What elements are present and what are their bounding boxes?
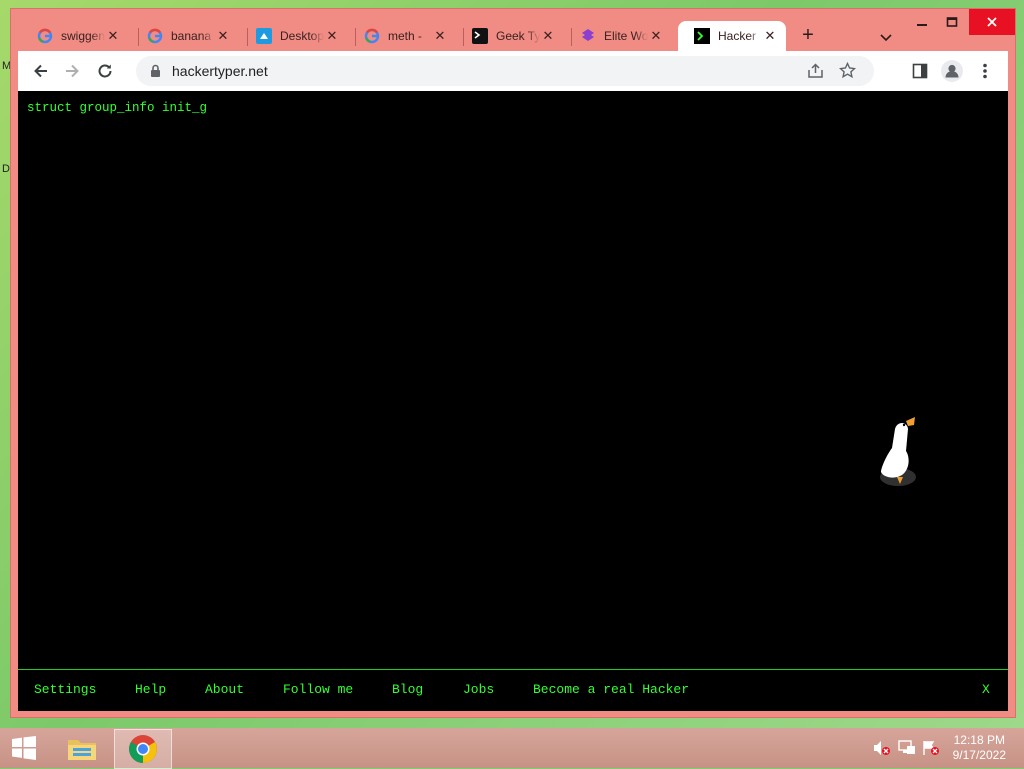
terminal-green-icon <box>694 28 710 44</box>
address-bar[interactable]: hackertyper.net <box>136 56 874 86</box>
tab-title: Desktop <box>280 29 324 43</box>
back-arrow-icon[interactable] <box>27 57 55 85</box>
google-g-icon <box>364 28 380 44</box>
tab-title: Hacker <box>718 29 757 43</box>
footer-close-button[interactable]: X <box>982 682 990 697</box>
lock-icon[interactable] <box>150 64 161 83</box>
tab-title: swiggen <box>61 29 105 43</box>
tab-close-button[interactable]: ✕ <box>432 28 448 44</box>
footer-link-help[interactable]: Help <box>135 682 166 697</box>
share-icon[interactable] <box>807 63 824 84</box>
tab-title: Geek Ty <box>496 29 540 43</box>
footer-link-become-hacker[interactable]: Become a real Hacker <box>533 682 689 697</box>
system-clock[interactable]: 12:18 PM 9/17/2022 <box>953 733 1006 763</box>
google-g-icon <box>147 28 163 44</box>
footer-link-jobs[interactable]: Jobs <box>463 682 494 697</box>
menu-kebab-icon[interactable] <box>971 57 999 85</box>
tab-close-button[interactable]: ✕ <box>324 28 340 44</box>
tab-title: Elite Wo <box>604 29 648 43</box>
footer-link-settings[interactable]: Settings <box>34 682 96 697</box>
footer-link-about[interactable]: About <box>205 682 244 697</box>
tab-close-button[interactable]: ✕ <box>215 28 231 44</box>
footer-link-follow-me[interactable]: Follow me <box>283 682 353 697</box>
side-panel-icon[interactable] <box>906 57 934 85</box>
tab-swiggen[interactable]: swiggen ✕ <box>21 21 129 51</box>
tab-title: banana <box>171 29 212 43</box>
tab-banana[interactable]: banana ✕ <box>131 21 239 51</box>
clock-date: 9/17/2022 <box>952 748 1006 762</box>
file-explorer-icon[interactable] <box>58 729 106 767</box>
browser-toolbar: hackertyper.net <box>18 51 1008 91</box>
tab-close-button[interactable]: ✕ <box>540 28 556 44</box>
tab-search-chevron-icon[interactable] <box>876 27 896 47</box>
elite-logo-icon <box>580 28 596 44</box>
tab-desktop[interactable]: Desktop ✕ <box>240 21 348 51</box>
new-tab-button[interactable]: + <box>796 24 820 48</box>
desktop-icon-label[interactable]: D <box>2 163 10 175</box>
desktop-app-icon <box>256 28 272 44</box>
minimize-button[interactable] <box>907 9 937 35</box>
network-icon[interactable] <box>898 740 916 761</box>
tab-close-button[interactable]: ✕ <box>762 28 778 44</box>
forward-arrow-icon[interactable] <box>58 57 86 85</box>
tab-geek-typer[interactable]: Geek Ty ✕ <box>456 21 564 51</box>
tab-elite-wo[interactable]: Elite Wo ✕ <box>564 21 672 51</box>
chrome-taskbar-icon[interactable] <box>114 729 172 769</box>
typed-code-output: struct group_info init_g <box>27 101 208 115</box>
clock-time: 12:18 PM <box>953 733 1005 747</box>
tab-meth[interactable]: meth - ✕ <box>348 21 456 51</box>
profile-avatar-icon[interactable] <box>938 57 966 85</box>
url-text[interactable]: hackertyper.net <box>172 63 268 79</box>
footer-link-blog[interactable]: Blog <box>392 682 423 697</box>
tab-title: meth - <box>388 29 423 43</box>
tab-hacker-typer[interactable]: Hacker ✕ <box>678 21 786 51</box>
volume-muted-icon[interactable] <box>873 740 891 761</box>
windows-start-icon[interactable] <box>2 729 46 767</box>
tab-close-button[interactable]: ✕ <box>648 28 664 44</box>
action-center-flag-icon[interactable] <box>922 740 940 761</box>
desktop-goose-icon <box>878 409 923 494</box>
maximize-button[interactable] <box>937 9 967 35</box>
terminal-icon <box>472 28 488 44</box>
hackertyper-footer: Settings Help About Follow me Blog Jobs … <box>18 669 1008 710</box>
bookmark-star-icon[interactable] <box>838 61 857 84</box>
tab-close-button[interactable]: ✕ <box>105 28 121 44</box>
reload-icon[interactable] <box>91 57 119 85</box>
browser-window: swiggen ✕ banana ✕ Desktop ✕ meth - ✕ Ge… <box>10 8 1016 718</box>
google-g-icon <box>37 28 53 44</box>
hackertyper-page[interactable]: struct group_info init_g Settings Help A… <box>18 91 1008 711</box>
close-window-button[interactable] <box>969 9 1015 35</box>
tab-strip: swiggen ✕ banana ✕ Desktop ✕ meth - ✕ Ge… <box>11 9 1015 51</box>
taskbar: 12:18 PM 9/17/2022 <box>0 728 1024 769</box>
